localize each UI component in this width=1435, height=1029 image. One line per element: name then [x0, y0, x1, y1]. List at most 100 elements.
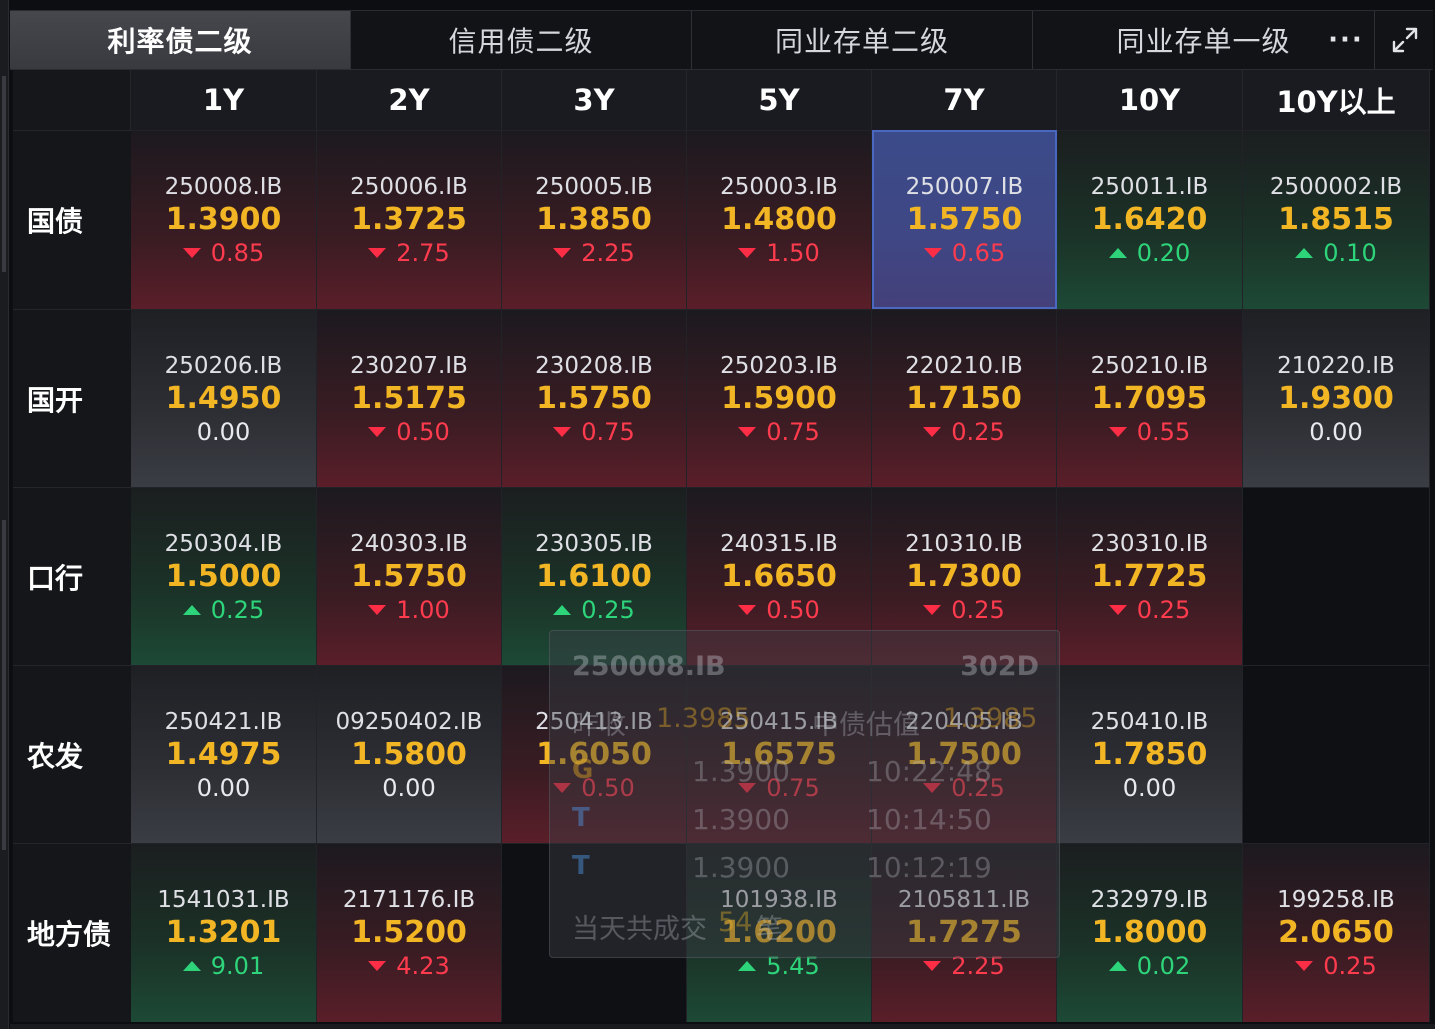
- column-header[interactable]: 2Y: [317, 70, 502, 130]
- down-triangle-icon: [738, 426, 757, 437]
- down-triangle-icon: [1108, 604, 1127, 615]
- bond-cell[interactable]: 232979.IB 1.8000 0.02: [1057, 843, 1243, 1022]
- bond-change: 1.50: [738, 238, 820, 268]
- bond-change: 0.00: [197, 773, 250, 803]
- column-header[interactable]: 10Y: [1057, 70, 1243, 130]
- row-header[interactable]: 国债: [13, 130, 131, 309]
- down-triangle-icon: [923, 426, 942, 437]
- bond-yield: 1.3725: [351, 202, 467, 237]
- bond-cell[interactable]: 250410.IB 1.7850 0.00: [1057, 665, 1243, 843]
- column-header[interactable]: 5Y: [687, 70, 872, 130]
- bond-change-value: 2.25: [581, 239, 635, 267]
- column-header[interactable]: 3Y: [502, 70, 687, 130]
- tooltip-trade-time: 10:12:19: [866, 851, 992, 884]
- bond-yield: 1.7850: [1091, 736, 1208, 772]
- tooltip-trade-tag: T: [572, 851, 590, 881]
- down-triangle-icon: [368, 961, 387, 971]
- bond-cell[interactable]: 2500002.IB 1.8515 0.10: [1243, 130, 1430, 309]
- up-triangle-icon: [182, 961, 201, 971]
- window-left-edge: [0, 0, 9, 1029]
- bond-change: 0.00: [197, 417, 250, 447]
- bond-yield: 1.3201: [165, 915, 282, 950]
- up-triangle-icon: [738, 961, 757, 971]
- bond-code: 250007.IB: [905, 173, 1024, 200]
- bond-cell[interactable]: 250005.IB 1.3850 2.25: [502, 130, 687, 309]
- bond-cell[interactable]: 09250402.IB 1.5800 0.00: [317, 665, 502, 843]
- bond-change: 0.00: [1123, 773, 1176, 803]
- bond-cell[interactable]: 230310.IB 1.7725 0.25: [1057, 487, 1243, 665]
- row-header[interactable]: 国开: [13, 309, 131, 487]
- bond-cell[interactable]: 250210.IB 1.7095 0.55: [1057, 309, 1243, 487]
- bond-cell[interactable]: 250203.IB 1.5900 0.75: [687, 309, 872, 487]
- bond-cell[interactable]: 250007.IB 1.5750 0.65: [872, 130, 1057, 309]
- bond-cell[interactable]: 230207.IB 1.5175 0.50: [317, 309, 502, 487]
- bond-cell[interactable]: 250304.IB 1.5000 0.25: [131, 487, 317, 665]
- bond-cell[interactable]: 250006.IB 1.3725 2.75: [317, 130, 502, 309]
- bond-cell[interactable]: 250008.IB 1.3900 0.85: [131, 130, 317, 309]
- bond-code: 250206.IB: [164, 352, 283, 379]
- column-header[interactable]: 7Y: [872, 70, 1057, 130]
- bond-change-value: 0.25: [581, 595, 635, 624]
- bond-yield: 1.3850: [536, 202, 652, 237]
- tooltip-trade-tag: G: [572, 755, 594, 785]
- bond-cell[interactable]: 210220.IB 1.9300 0.00: [1243, 309, 1430, 487]
- bond-change-value: 0.25: [1136, 595, 1191, 624]
- expand-diagonal-icon: [1392, 27, 1417, 53]
- bond-change: 0.25: [923, 417, 1005, 447]
- tab-credit-bond-secondary[interactable]: 信用债二级: [351, 11, 692, 69]
- bond-change-value: 0.55: [1136, 417, 1191, 446]
- bond-code: 250011.IB: [1090, 174, 1209, 200]
- tab-ncd-primary[interactable]: 同业存单一级: [1033, 11, 1374, 69]
- bond-change-value: 1.00: [396, 595, 450, 624]
- bond-change-value: 0.25: [1323, 952, 1377, 980]
- ellipsis-icon[interactable]: ···: [1326, 23, 1366, 57]
- row-header[interactable]: 口行: [13, 487, 131, 665]
- bond-code: 250005.IB: [535, 174, 653, 200]
- up-triangle-icon: [553, 604, 572, 615]
- bond-change: 4.23: [368, 951, 450, 981]
- bond-change: 2.25: [553, 238, 635, 268]
- bond-cell[interactable]: 250011.IB 1.6420 0.20: [1057, 130, 1243, 309]
- bond-cell[interactable]: 2171176.IB 1.5200 4.23: [317, 843, 502, 1022]
- empty-cell: [1243, 665, 1430, 843]
- bond-cell[interactable]: 199258.IB 2.0650 0.25: [1243, 843, 1430, 1022]
- bond-cell[interactable]: 230208.IB 1.5750 0.75: [502, 309, 687, 487]
- bond-yield: 1.5750: [906, 201, 1023, 237]
- column-header[interactable]: 10Y以上: [1243, 70, 1430, 130]
- tooltip-trade-price: 1.3900: [692, 851, 790, 884]
- bond-change-value: 0.00: [196, 773, 251, 802]
- bond-change-value: 0.75: [581, 417, 635, 446]
- bond-change: 0.65: [923, 238, 1005, 268]
- bond-change: 0.10: [1295, 238, 1377, 268]
- bond-change: 0.25: [182, 595, 265, 625]
- bond-code: 230310.IB: [1090, 530, 1209, 557]
- tooltip-summary-count: 54: [718, 907, 753, 938]
- column-header[interactable]: 1Y: [131, 70, 317, 130]
- bond-cell[interactable]: 220210.IB 1.7150 0.25: [872, 309, 1057, 487]
- row-header[interactable]: 农发: [13, 665, 131, 843]
- bond-yield: 1.6650: [721, 558, 837, 594]
- bond-yield: 1.5175: [351, 380, 467, 416]
- bond-cell[interactable]: 250206.IB 1.4950 0.00: [131, 309, 317, 487]
- down-triangle-icon: [923, 604, 942, 615]
- bond-change-value: 0.00: [382, 773, 436, 802]
- bond-cell[interactable]: 250421.IB 1.4975 0.00: [131, 665, 317, 843]
- bond-change-value: 0.10: [1323, 239, 1377, 267]
- bond-code: 1541031.IB: [157, 887, 290, 913]
- tab-ncd-secondary[interactable]: 同业存单二级: [692, 11, 1033, 69]
- expand-button[interactable]: [1374, 11, 1434, 69]
- bond-yield: 1.3900: [165, 202, 282, 237]
- bond-yield: 1.6420: [1091, 202, 1208, 237]
- row-header[interactable]: 地方债: [13, 843, 131, 1022]
- bond-yield: 1.9300: [1278, 380, 1394, 416]
- bond-yield: 2.0650: [1278, 915, 1394, 950]
- bond-cell[interactable]: 240303.IB 1.5750 1.00: [317, 487, 502, 665]
- bond-change-value: 0.25: [210, 595, 265, 624]
- bond-cell[interactable]: 1541031.IB 1.3201 9.01: [131, 843, 317, 1022]
- bond-yield: 1.4950: [165, 380, 282, 416]
- tooltip-trade-tag: T: [572, 803, 590, 833]
- bond-cell[interactable]: 250003.IB 1.4800 1.50: [687, 130, 872, 309]
- bond-change-value: 0.00: [1122, 773, 1177, 802]
- tab-rate-bond-secondary[interactable]: 利率债二级: [10, 11, 351, 69]
- up-triangle-icon: [1108, 961, 1127, 971]
